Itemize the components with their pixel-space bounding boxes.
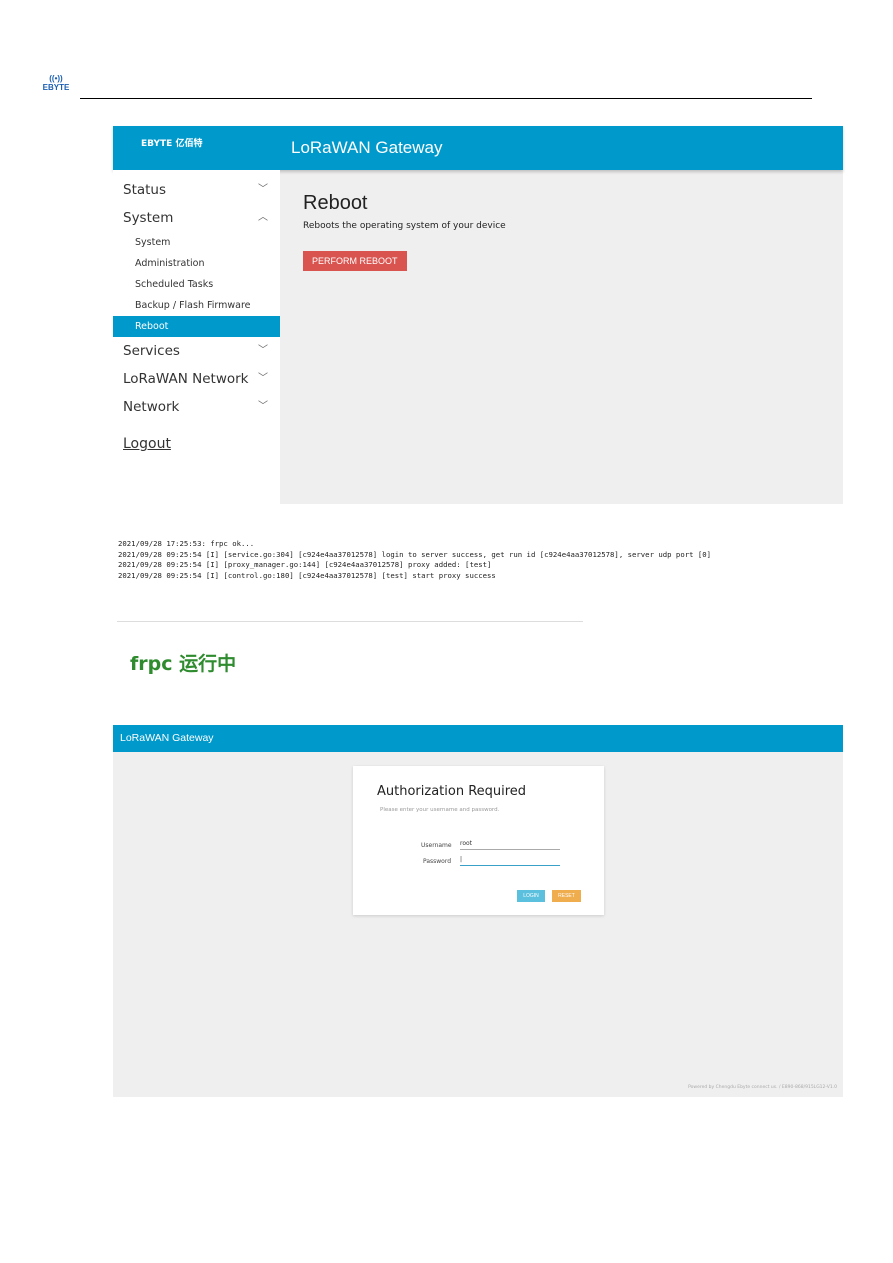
submenu-administration[interactable]: Administration (113, 253, 280, 274)
chevron-down-icon: ﹀ (258, 401, 268, 412)
ebyte-logo: ((•)) EBYTE (38, 74, 74, 92)
wifi-icon: ((•)) (49, 74, 63, 83)
menu-status[interactable]: Status ﹀ (113, 176, 280, 204)
sidebar: Status ﹀ System ︿ System Administration Sc… (113, 170, 280, 504)
divider (117, 621, 583, 622)
password-input[interactable]: | (460, 856, 560, 866)
password-label: Password (423, 858, 452, 865)
submenu-reboot[interactable]: Reboot (113, 316, 280, 337)
footer: Powered by Chengdu Ebyte connect us. / E… (688, 1085, 837, 1090)
chevron-down-icon: ﹀ (258, 373, 268, 384)
dialog-hint: Please enter your username and password. (380, 807, 500, 813)
menu-services[interactable]: Services ﹀ (113, 337, 280, 365)
submenu-scheduled-tasks[interactable]: Scheduled Tasks (113, 274, 280, 295)
chevron-up-icon: ︿ (258, 212, 268, 223)
frpc-log: 2021/09/28 17:25:53: frpc ok... 2021/09/2… (118, 539, 712, 580)
menu-network[interactable]: Network ﹀ (113, 393, 280, 421)
username-label: Username (421, 842, 452, 849)
reset-button[interactable]: RESET (552, 890, 581, 902)
menu-lorawan-network[interactable]: LoRaWAN Network ﹀ (113, 365, 280, 393)
submenu-system[interactable]: System (113, 232, 280, 253)
auth-dialog: Authorization Required Please enter your… (353, 766, 604, 915)
frpc-status: frpc 运行中 (130, 653, 237, 675)
login-screenshot: LoRaWAN Gateway Authorization Required P… (113, 725, 843, 1097)
header-rule (80, 98, 812, 99)
submenu-backup-flash[interactable]: Backup / Flash Firmware (113, 295, 280, 316)
brand-logo: EBYTE 亿佰特 (141, 139, 203, 149)
app-title: LoRaWAN Gateway (291, 138, 443, 157)
logout-link[interactable]: Logout (123, 436, 171, 452)
reboot-screenshot: EBYTE 亿佰特 LoRaWAN Gateway Status ﹀ System… (113, 126, 843, 504)
top-bar: EBYTE 亿佰特 LoRaWAN Gateway (113, 126, 843, 170)
page-title: Reboot (303, 192, 368, 214)
chevron-down-icon: ﹀ (258, 345, 268, 356)
perform-reboot-button[interactable]: PERFORM REBOOT (303, 251, 407, 271)
page-description: Reboots the operating system of your dev… (303, 221, 506, 231)
login-button[interactable]: LOGIN (517, 890, 545, 902)
top-bar: LoRaWAN Gateway (113, 725, 843, 752)
username-input[interactable]: root (460, 840, 560, 850)
chevron-down-icon: ﹀ (258, 184, 268, 195)
dialog-title: Authorization Required (377, 784, 527, 799)
main-content: Reboot Reboots the operating system of y… (303, 192, 506, 271)
menu-system[interactable]: System ︿ (113, 204, 280, 232)
